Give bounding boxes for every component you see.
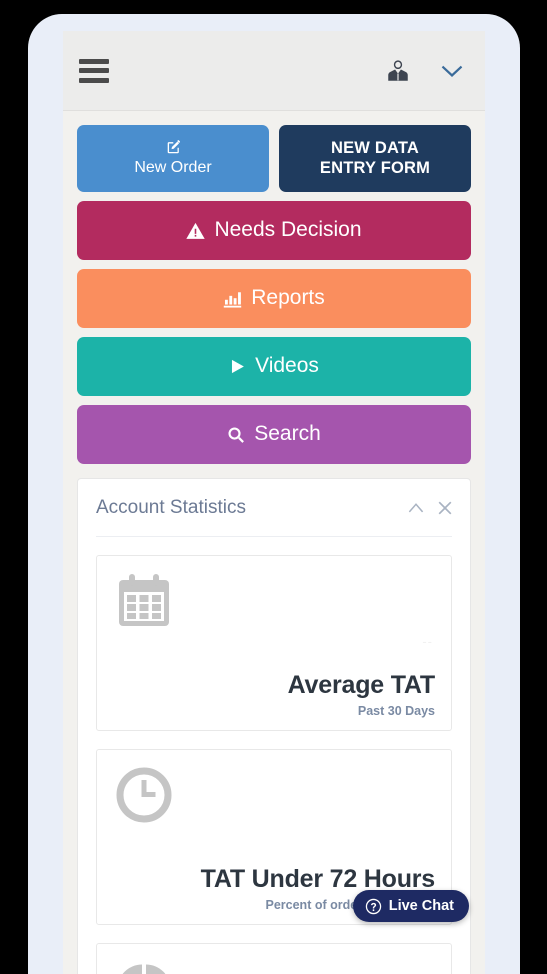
stat-subtitle-average-tat: Past 30 Days: [357, 704, 435, 718]
question-circle-icon: [365, 898, 381, 914]
needs-decision-label: Needs Decision: [214, 218, 362, 242]
calendar-icon: [115, 572, 173, 635]
app-top-bar: [63, 31, 485, 111]
phone-screen: New Order NEW DATA ENTRY FORM Needs Deci…: [63, 31, 485, 974]
edit-square-icon: [167, 140, 180, 154]
account-statistics-title: Account Statistics: [96, 496, 246, 518]
primary-action-row: New Order NEW DATA ENTRY FORM: [77, 125, 471, 192]
phone-device-frame: New Order NEW DATA ENTRY FORM Needs Deci…: [28, 14, 520, 974]
pie-chart-icon: [115, 960, 173, 974]
videos-button[interactable]: Videos: [77, 337, 471, 396]
stat-card-partial[interactable]: [96, 943, 452, 974]
close-x-icon[interactable]: [438, 501, 452, 515]
new-data-entry-line1: NEW DATA: [330, 139, 420, 158]
live-chat-button[interactable]: Live Chat: [352, 890, 469, 922]
live-chat-label: Live Chat: [388, 898, 454, 914]
chevron-up-icon[interactable]: [408, 502, 424, 513]
clock-icon: [115, 766, 173, 829]
play-triangle-icon: [229, 358, 246, 375]
stat-title-average-tat: Average TAT: [287, 670, 436, 699]
new-data-entry-line2: ENTRY FORM: [319, 158, 431, 177]
new-order-label: New Order: [134, 159, 212, 177]
stat-title-tat-under-72-hours: TAT Under 72 Hours: [200, 864, 436, 893]
videos-label: Videos: [255, 354, 319, 378]
dashboard-content: New Order NEW DATA ENTRY FORM Needs Deci…: [63, 111, 485, 974]
top-bar-right-group: [385, 58, 463, 84]
hamburger-bar: [79, 68, 109, 73]
new-data-entry-label: NEW DATA ENTRY FORM: [320, 139, 430, 178]
user-avatar-icon[interactable]: [385, 58, 411, 84]
hamburger-bar: [79, 58, 109, 64]
warning-triangle-icon: [186, 222, 206, 240]
chevron-down-icon[interactable]: [441, 64, 463, 78]
search-button[interactable]: Search: [77, 405, 471, 464]
bar-chart-icon: [223, 290, 242, 308]
stat-card-text-average-tat: Average TAT Past 30 Days: [113, 670, 436, 718]
reports-button[interactable]: Reports: [77, 269, 471, 328]
account-statistics-header: Account Statistics: [96, 479, 452, 537]
stat-value-average-tat: --: [422, 634, 433, 649]
needs-decision-button[interactable]: Needs Decision: [77, 201, 471, 260]
hamburger-bar: [79, 77, 109, 83]
new-order-button[interactable]: New Order: [77, 125, 269, 192]
stat-card-average-tat[interactable]: -- Average TAT Past 30 Days: [96, 555, 452, 731]
hamburger-menu-icon[interactable]: [79, 58, 109, 83]
reports-label: Reports: [251, 286, 325, 310]
new-data-entry-form-button[interactable]: NEW DATA ENTRY FORM: [279, 125, 471, 192]
panel-tools: [408, 501, 452, 515]
magnifier-icon: [227, 426, 245, 444]
search-label: Search: [254, 422, 321, 446]
